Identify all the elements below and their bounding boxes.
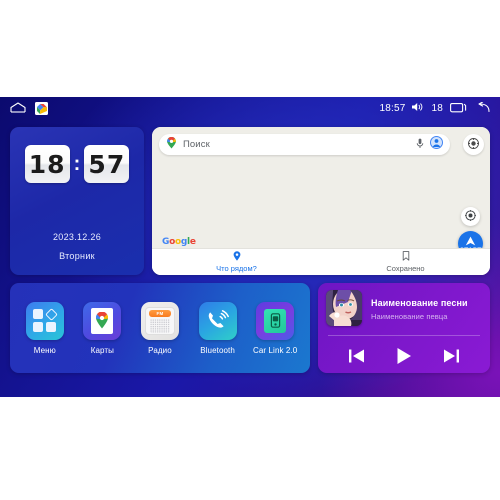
location-pin-icon [233,251,241,263]
play-button[interactable] [396,347,412,365]
app-maps[interactable]: Карты [76,301,128,355]
app-menu-label: Меню [33,345,56,355]
previous-track-button[interactable] [348,348,365,364]
app-dock: Меню Карты FM Радио Bluetooth Car Link 2… [10,283,310,373]
player-divider [328,335,480,336]
clock-colon: : [73,153,81,175]
clock-widget[interactable]: 18 : 57 2023.12.26 Вторник [10,127,144,275]
status-bar-right-group: 18:57 18 [379,100,490,116]
app-car-link-label: Car Link 2.0 [253,345,298,355]
google-maps-widget[interactable]: Поиск Google Что рядом? Сохранено [152,127,490,275]
map-tab-saved[interactable]: Сохранено [321,249,490,275]
google-maps-icon [83,301,122,340]
clock-weekday: Вторник [59,251,95,261]
track-artist: Наименование певца [371,311,448,321]
google-logo: Google [162,237,196,247]
map-search-input[interactable]: Поиск [183,139,410,150]
clock-date-block: 2023.12.26 Вторник [10,232,144,261]
compass-icon [465,208,476,226]
phone-signal-icon [198,301,237,340]
volume-level: 18 [431,103,443,114]
volume-icon[interactable] [412,102,424,115]
map-search-actions [416,135,443,154]
clock-minutes: 57 [84,145,130,183]
map-tab-saved-label: Сохранено [386,264,425,273]
app-radio-label: Радио [148,345,172,355]
radio-speaker-grille [149,318,170,333]
app-bluetooth-label: Bluetooth [200,345,235,355]
app-menu[interactable]: Меню [19,301,71,355]
car-link-icon [256,301,295,340]
app-car-link[interactable]: Car Link 2.0 [249,301,301,355]
player-track-info: Наименование песни Наименование певца [318,283,490,326]
map-tab-nearby[interactable]: Что рядом? [152,249,321,275]
microphone-icon[interactable] [416,136,424,154]
album-art-portrait [326,290,362,326]
app-bluetooth[interactable]: Bluetooth [192,301,244,355]
map-layers-icon [468,136,479,154]
map-tab-nearby-label: Что рядом? [216,264,257,273]
apps-grid-icon [25,301,64,340]
clock-hours: 18 [24,145,70,183]
back-icon[interactable] [474,100,490,116]
maps-pin-icon [166,136,177,154]
map-search-bar[interactable]: Поиск [159,134,450,155]
clock-time-row: 18 : 57 [10,127,144,183]
bookmark-icon [402,251,410,263]
status-time: 18:57 [379,103,406,114]
google-maps-badge-icon[interactable] [35,102,48,115]
radio-icon: FM [140,301,179,340]
home-icon[interactable] [10,100,26,118]
music-player-widget[interactable]: Наименование песни Наименование певца [318,283,490,373]
app-maps-label: Карты [90,345,115,355]
status-bar-left-group [10,100,48,118]
map-tab-bar: Что рядом? Сохранено [152,248,490,275]
status-bar: 18:57 18 [0,97,500,120]
track-meta: Наименование песни Наименование певца [371,296,468,321]
map-layers-button[interactable] [463,134,484,155]
account-avatar-icon[interactable] [430,135,443,154]
app-radio[interactable]: FM Радио [134,301,186,355]
track-title: Наименование песни [371,297,468,308]
next-track-button[interactable] [443,348,460,364]
recents-icon[interactable] [450,102,467,116]
player-controls [318,347,490,365]
map-compass-button[interactable] [461,207,480,226]
radio-band-display: FM [148,309,171,317]
car-head-unit-home-screen: 18:57 18 18: 57 2023.12.26 Вторник Поис… [0,97,500,397]
clock-date: 2023.12.26 [52,232,102,242]
